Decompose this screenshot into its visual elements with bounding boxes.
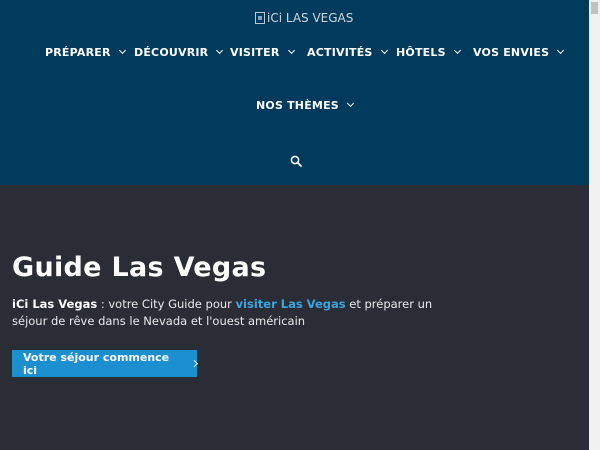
nav-item-visiter[interactable]: VISITER xyxy=(230,46,295,59)
chevron-down-icon xyxy=(380,46,388,55)
scrollbar-up-arrow[interactable] xyxy=(591,2,598,14)
visiter-las-vegas-link[interactable]: visiter Las Vegas xyxy=(236,297,346,311)
cta-label: Votre séjour commence ici xyxy=(23,350,170,377)
hero-title: Guide Las Vegas xyxy=(12,252,267,283)
hero-description: iCi Las Vegas : votre City Guide pour vi… xyxy=(12,296,452,330)
chevron-right-icon xyxy=(191,360,199,367)
scrollbar[interactable] xyxy=(589,0,600,450)
nav-label: PRÉPARER xyxy=(45,46,111,59)
cta-button[interactable]: Votre séjour commence ici xyxy=(12,350,199,377)
chevron-down-icon xyxy=(557,46,565,55)
chevron-down-icon xyxy=(118,46,126,55)
nav-item-preparer[interactable]: PRÉPARER xyxy=(45,46,126,59)
site-header: iCi LAS VEGAS PRÉPARER DÉCOUVRIR VISITER… xyxy=(0,0,589,185)
nav-label: VISITER xyxy=(230,46,280,59)
nav-label: VOS ENVIES xyxy=(473,46,550,59)
chevron-down-icon xyxy=(453,46,461,55)
logo-alt-text: iCi LAS VEGAS xyxy=(267,11,354,25)
nav-label: NOS THÈMES xyxy=(256,99,339,112)
hero-text-part1: : votre City Guide pour xyxy=(97,297,236,311)
nav-item-nos-themes[interactable]: NOS THÈMES xyxy=(256,99,354,112)
nav-label: ACTIVITÉS xyxy=(307,46,373,59)
nav-label: DÉCOUVRIR xyxy=(134,46,209,59)
broken-image-icon xyxy=(255,12,265,24)
chevron-down-icon xyxy=(346,99,354,108)
nav-item-hotels[interactable]: HÔTELS xyxy=(396,46,461,59)
hero-brand: iCi Las Vegas xyxy=(12,297,98,311)
site-logo[interactable]: iCi LAS VEGAS xyxy=(255,10,353,26)
search-icon[interactable] xyxy=(290,152,302,167)
nav-label: HÔTELS xyxy=(396,46,446,59)
nav-item-decouvrir[interactable]: DÉCOUVRIR xyxy=(134,46,224,59)
chevron-down-icon xyxy=(216,46,224,55)
nav-item-activites[interactable]: ACTIVITÉS xyxy=(307,46,388,59)
nav-item-vos-envies[interactable]: VOS ENVIES xyxy=(473,46,565,59)
chevron-down-icon xyxy=(287,46,295,55)
